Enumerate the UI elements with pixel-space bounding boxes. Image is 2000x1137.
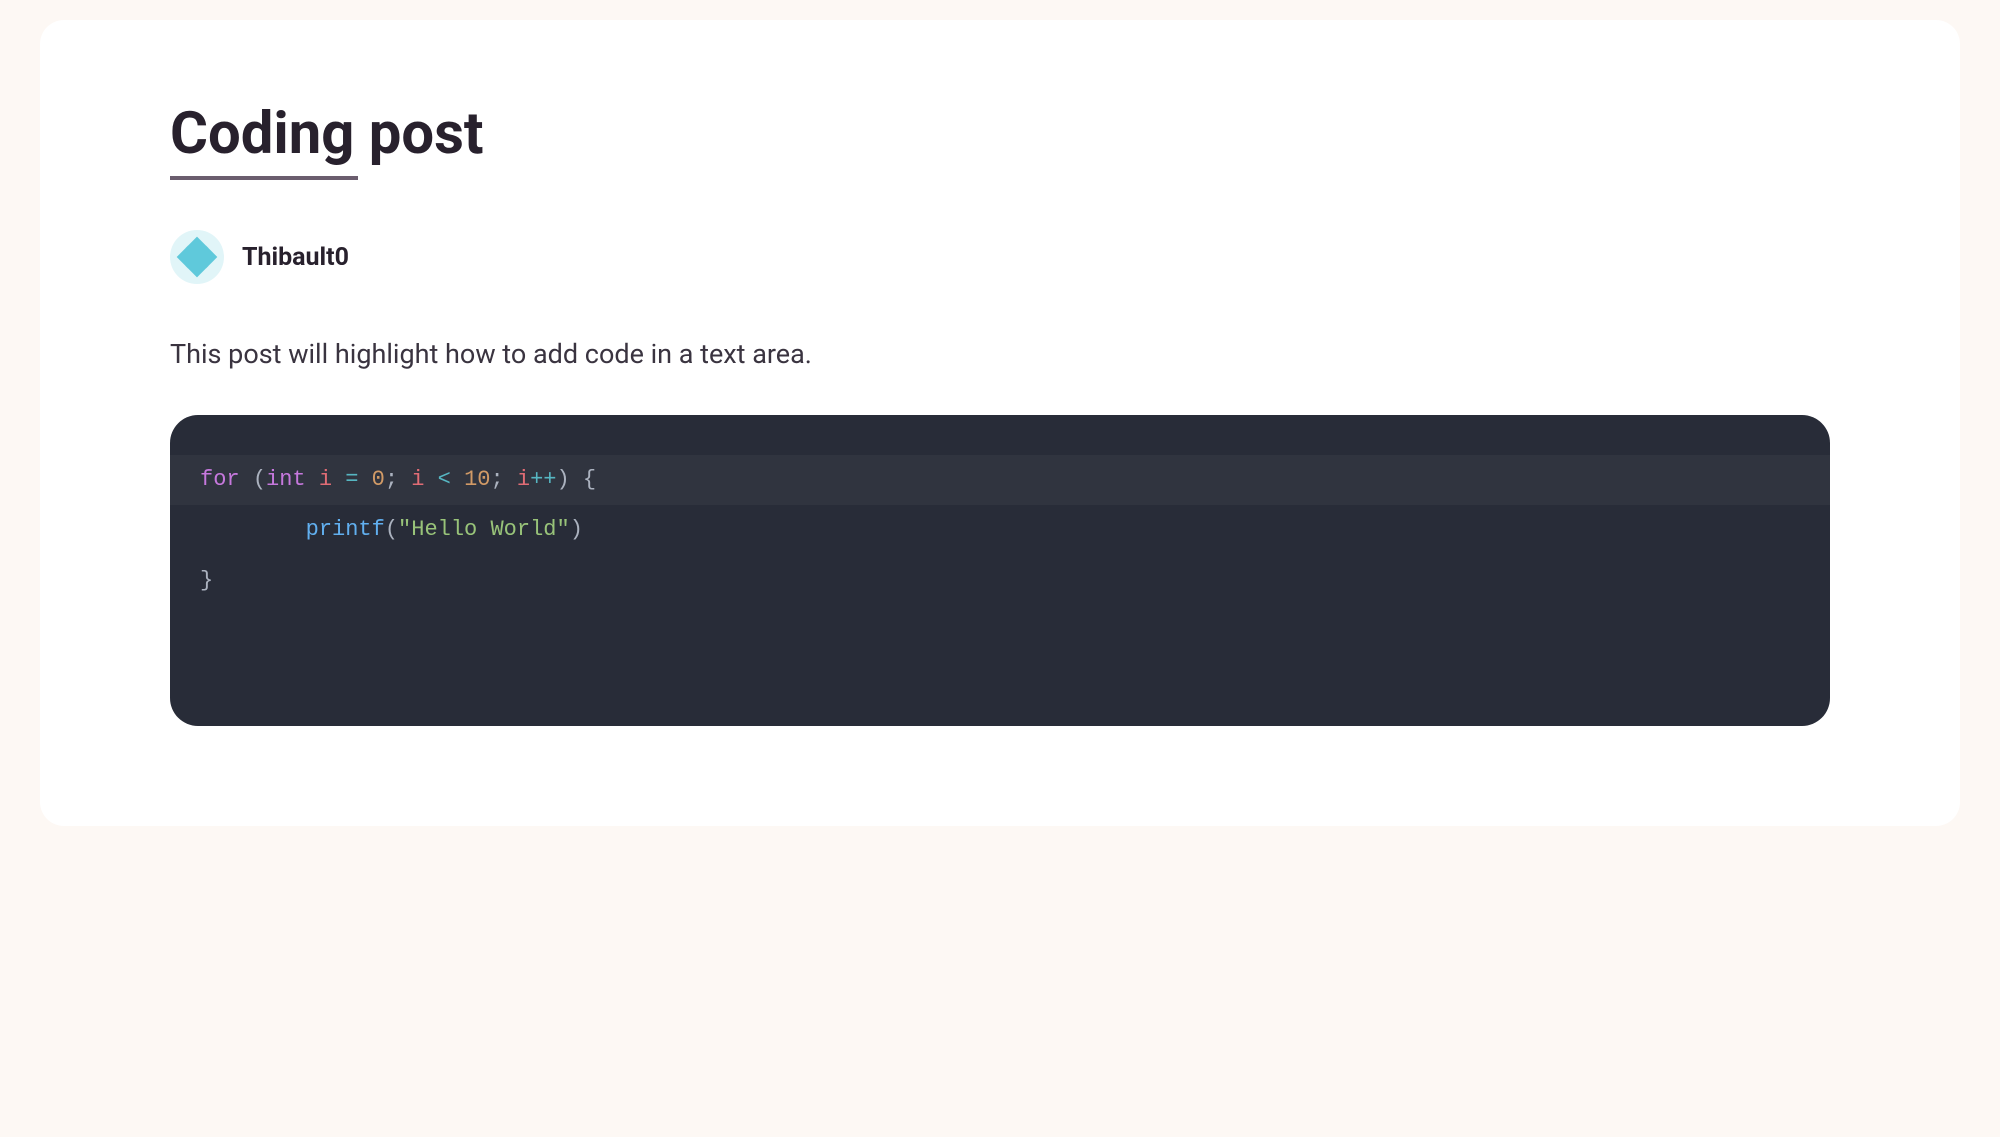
code-line-3: } (170, 556, 1830, 607)
code-block: for (int i = 0; i < 10; i++) { printf("H… (170, 415, 1830, 727)
author-section: Thibault0 (170, 230, 1830, 284)
post-description: This post will highlight how to add code… (170, 334, 1830, 375)
title-underline (170, 176, 358, 180)
code-line-2: printf("Hello World") (170, 505, 1830, 556)
author-avatar[interactable] (170, 230, 224, 284)
author-name[interactable]: Thibault0 (242, 243, 349, 272)
code-line-1: for (int i = 0; i < 10; i++) { (170, 455, 1830, 506)
post-title: Coding post (170, 100, 484, 168)
avatar-icon (182, 242, 212, 272)
post-card: Coding post Thibault0 This post will hig… (40, 20, 1960, 826)
